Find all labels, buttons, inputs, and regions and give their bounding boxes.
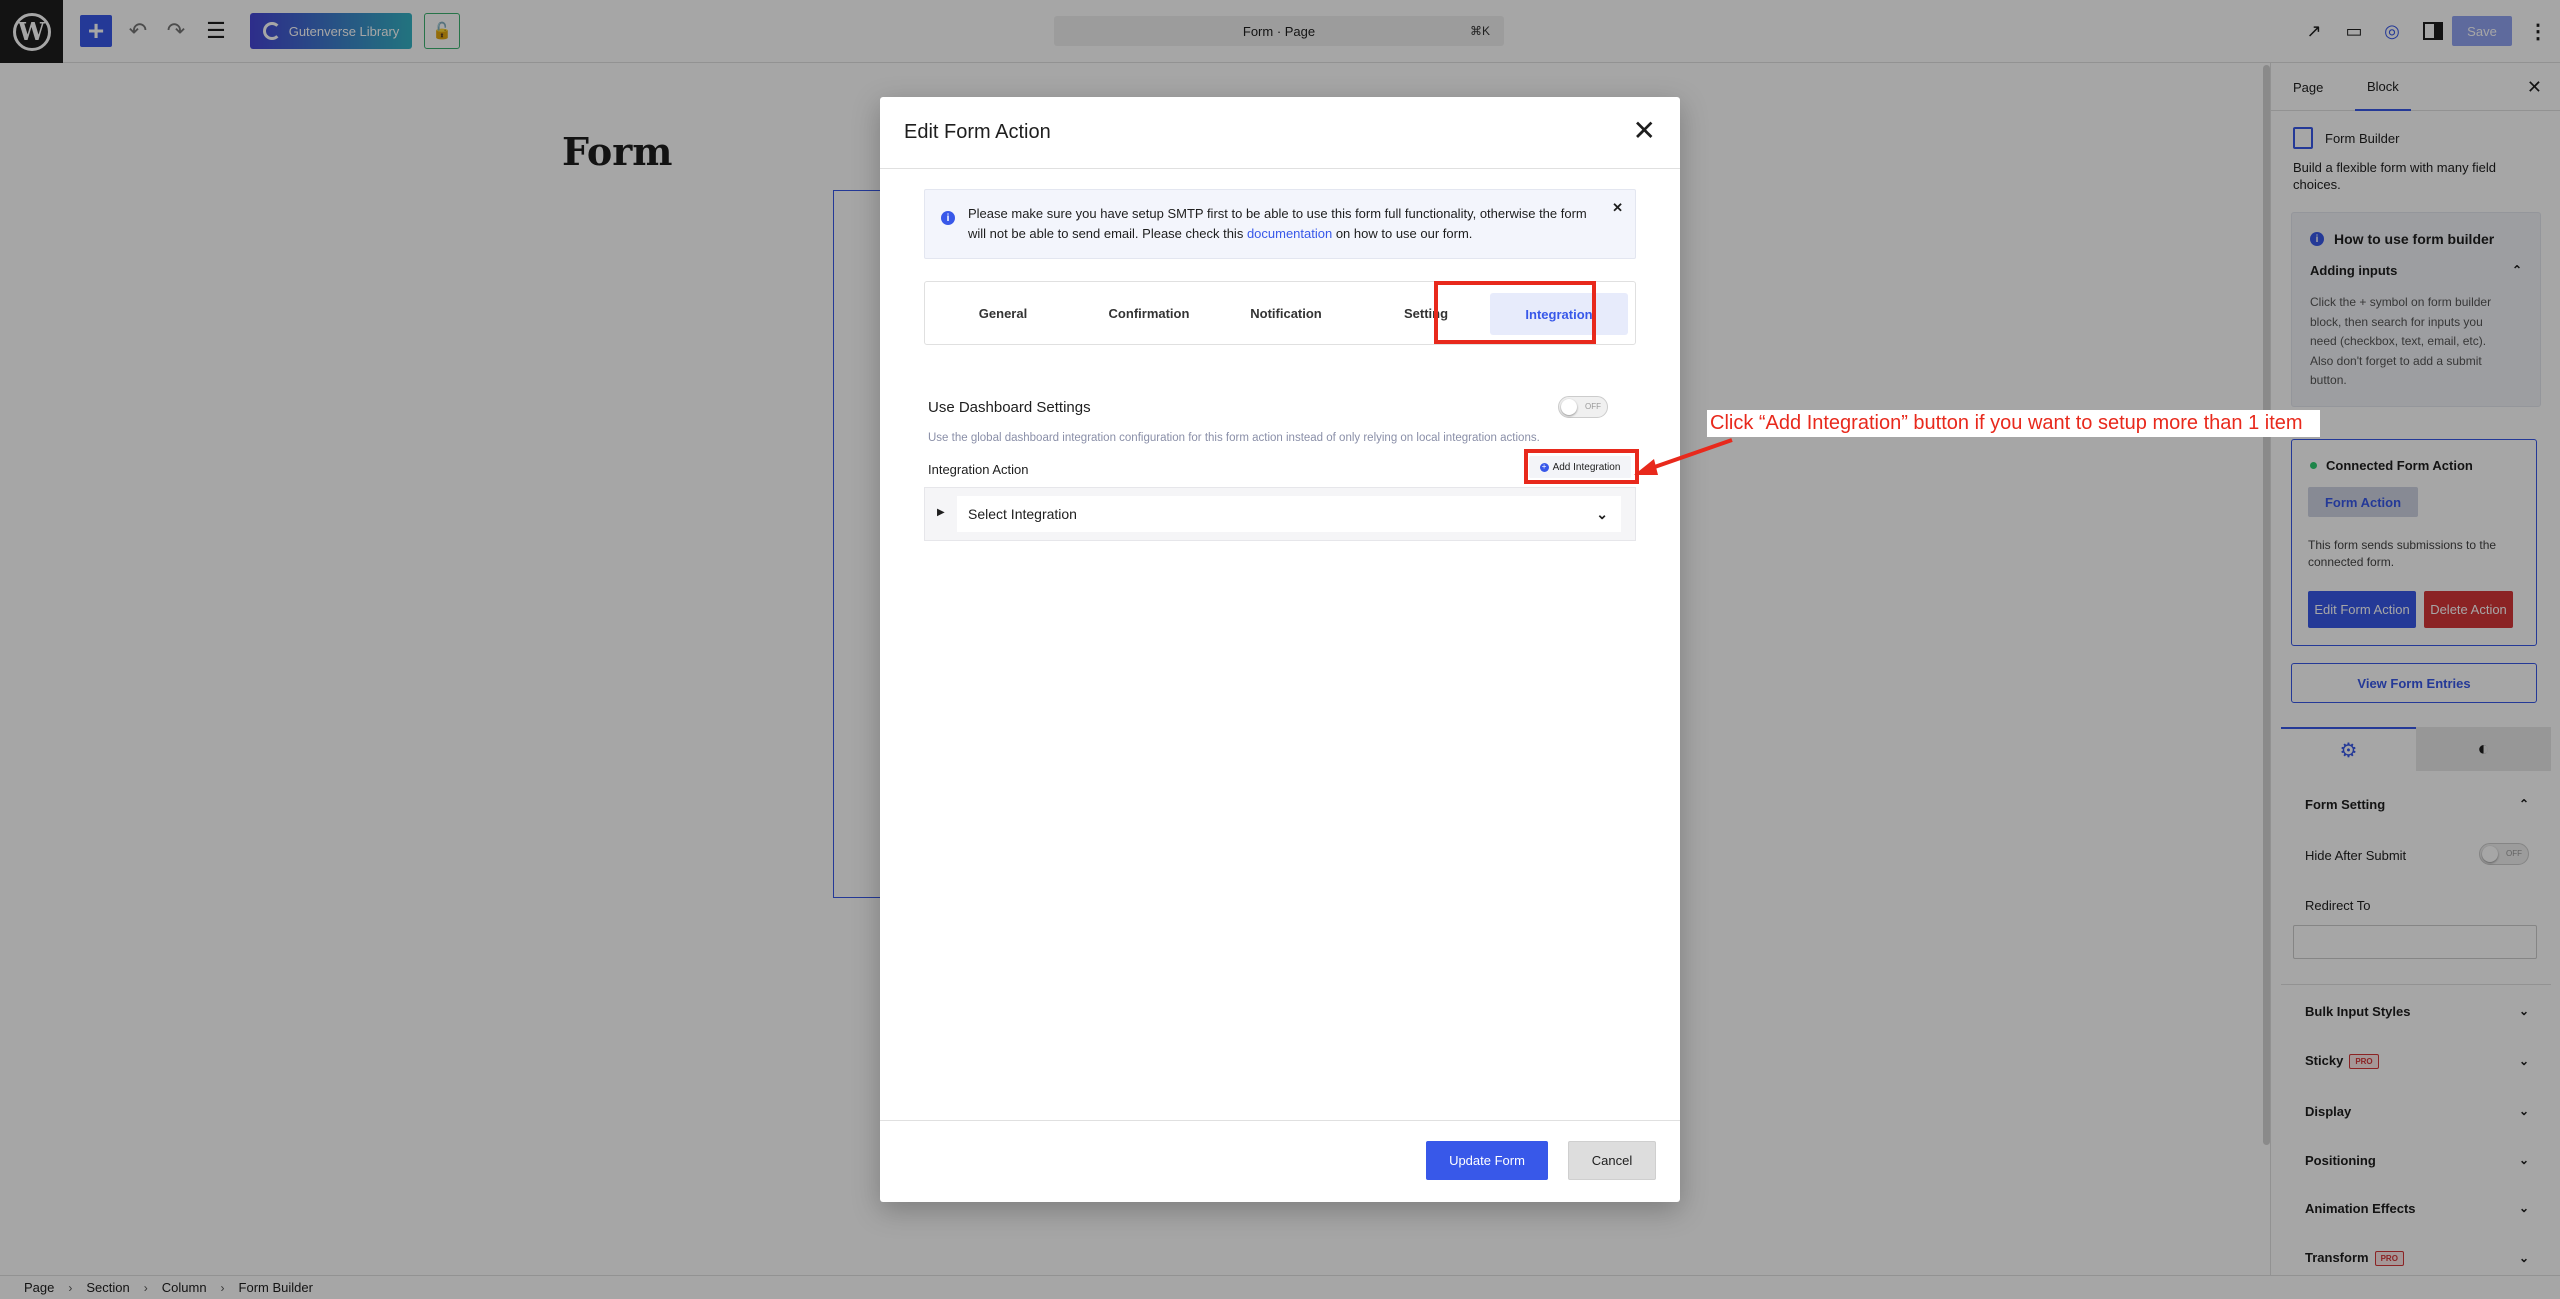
integration-tab-highlight xyxy=(1434,281,1596,344)
smtp-notice: i Please make sure you have setup SMTP f… xyxy=(924,189,1636,259)
dismiss-notice-icon[interactable]: ✕ xyxy=(1612,200,1623,216)
select-integration-value: Select Integration xyxy=(968,506,1077,522)
info-icon: i xyxy=(941,211,955,225)
tab-general[interactable]: General xyxy=(925,282,1081,344)
annotation-callout: Click “Add Integration” button if you wa… xyxy=(1707,410,2320,437)
add-integration-highlight xyxy=(1524,449,1639,484)
modal-title: Edit Form Action xyxy=(904,121,1051,143)
documentation-link[interactable]: documentation xyxy=(1247,226,1332,241)
toggle-off-label: OFF xyxy=(1585,402,1601,411)
select-integration-dropdown[interactable]: Select Integration ⌄ xyxy=(957,496,1621,532)
notice-text: Please make sure you have setup SMTP fir… xyxy=(968,204,1608,244)
notice-text-after: on how to use our form. xyxy=(1332,226,1473,241)
dashboard-settings-description: Use the global dashboard integration con… xyxy=(928,432,1540,444)
update-form-button[interactable]: Update Form xyxy=(1426,1141,1548,1180)
edit-form-action-modal: Edit Form Action ✕ i Please make sure yo… xyxy=(880,97,1680,1202)
close-icon[interactable]: ✕ xyxy=(1633,115,1656,147)
integration-action-label: Integration Action xyxy=(928,462,1029,477)
modal-header: Edit Form Action ✕ xyxy=(880,97,1680,169)
use-dashboard-settings-label: Use Dashboard Settings xyxy=(928,399,1091,416)
annotation-arrow-icon xyxy=(1634,438,1733,475)
integration-item: ▶ Select Integration ⌄ xyxy=(924,487,1636,541)
cancel-button[interactable]: Cancel xyxy=(1568,1141,1656,1180)
chevron-down-icon: ⌄ xyxy=(1596,505,1608,522)
expand-caret-icon[interactable]: ▶ xyxy=(937,507,945,518)
use-dashboard-settings-toggle[interactable]: OFF xyxy=(1558,396,1608,418)
modal-footer: Update Form Cancel xyxy=(880,1120,1680,1202)
tab-notification[interactable]: Notification xyxy=(1206,282,1366,344)
tab-confirmation[interactable]: Confirmation xyxy=(1069,282,1229,344)
toggle-knob xyxy=(1561,399,1577,415)
